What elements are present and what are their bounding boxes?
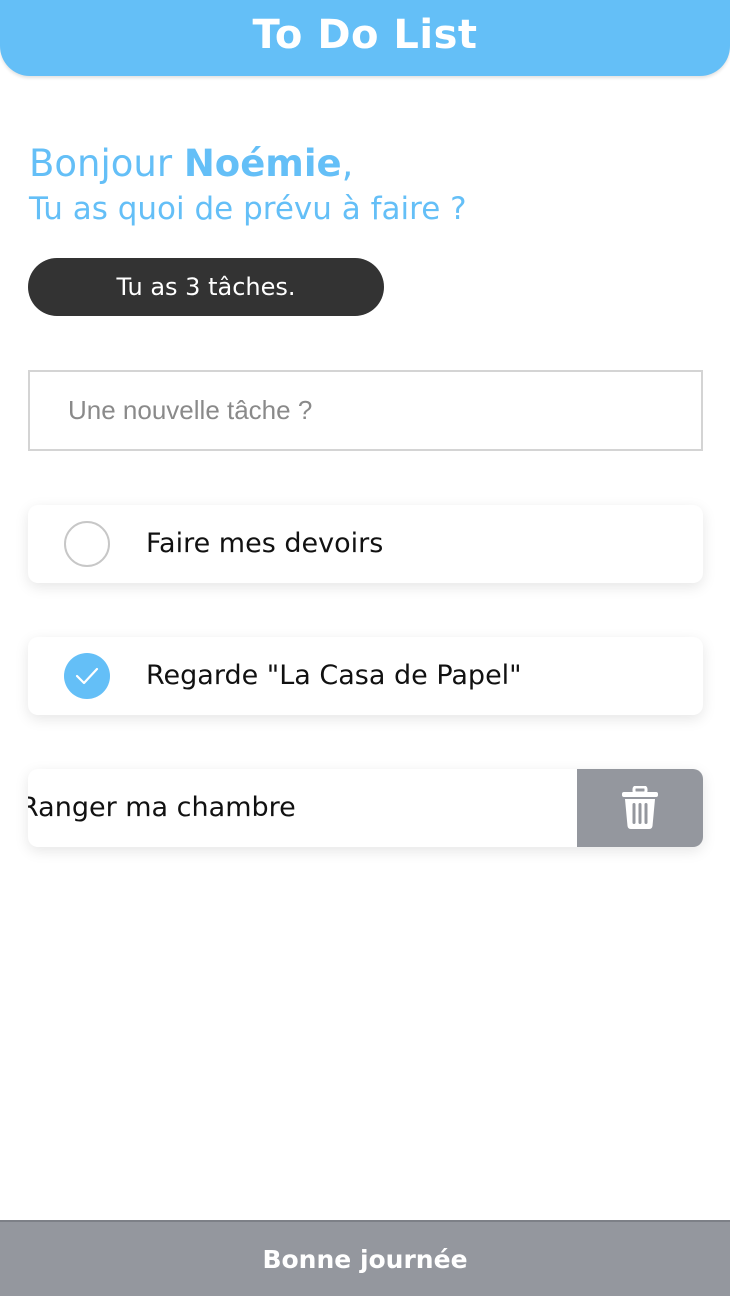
task-item[interactable]: Regarde "La Casa de Papel" <box>28 637 703 715</box>
user-name: Noémie <box>183 142 342 185</box>
task-checkbox-checked[interactable] <box>64 653 110 699</box>
task-item[interactable]: Faire mes devoirs <box>28 505 703 583</box>
new-task-input[interactable] <box>28 370 703 451</box>
delete-task-button[interactable] <box>577 769 703 847</box>
check-icon <box>75 667 99 685</box>
task-count-text: Tu as 3 tâches. <box>116 273 296 301</box>
app-footer: Bonne journée <box>0 1220 730 1296</box>
greeting-hello: Bonjour Noémie, <box>29 142 353 185</box>
trash-icon <box>622 786 658 829</box>
task-checkbox[interactable] <box>64 521 110 567</box>
greeting-comma: , <box>341 142 354 185</box>
app-title: To Do List <box>252 12 478 58</box>
task-label: Faire mes devoirs <box>146 528 384 559</box>
greeting-hello-text: Bonjour <box>29 142 184 185</box>
footer-text: Bonne journée <box>262 1244 468 1274</box>
task-label: Ranger ma chambre <box>28 792 296 823</box>
task-label: Regarde "La Casa de Papel" <box>146 660 522 691</box>
greeting-question: Tu as quoi de prévu à faire ? <box>29 191 467 227</box>
task-count-badge: Tu as 3 tâches. <box>28 258 384 316</box>
app-header: To Do List <box>0 0 730 76</box>
task-item-swiped[interactable]: Ranger ma chambre <box>28 769 703 847</box>
